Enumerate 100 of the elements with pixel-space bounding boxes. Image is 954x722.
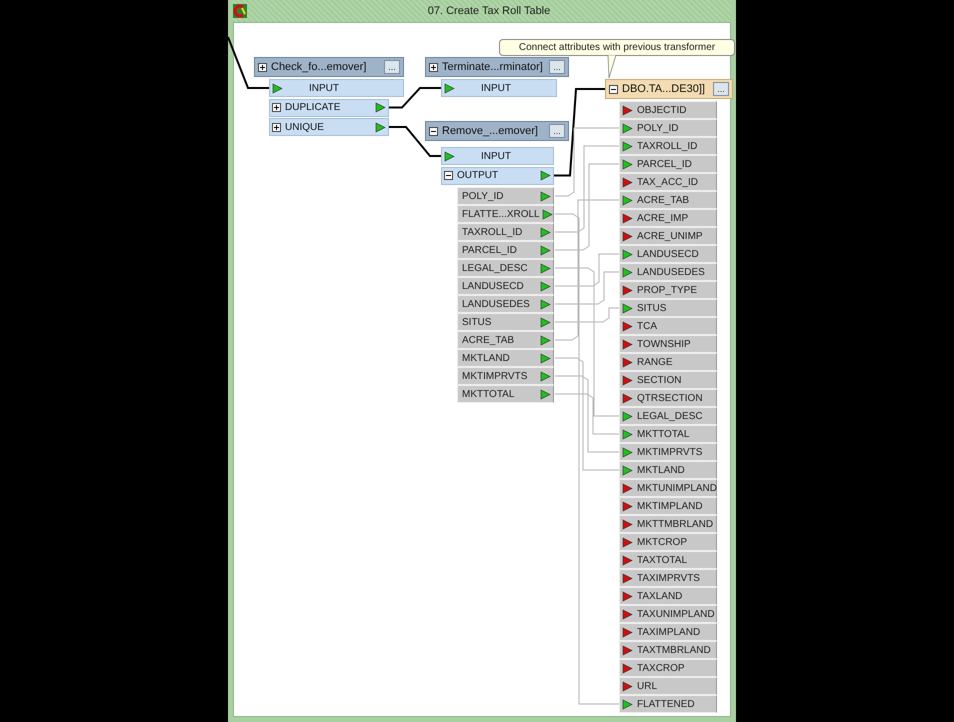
attribute-label: TAX_ACC_ID (636, 176, 699, 188)
attribute-row[interactable]: TAXCROP (619, 659, 717, 677)
app-icon (233, 4, 247, 18)
more-button[interactable]: ... (549, 60, 565, 74)
attribute-label: LEGAL_DESC (636, 410, 704, 422)
attribute-row[interactable]: POLY_ID (457, 187, 554, 205)
attribute-row[interactable]: MKTCROP (619, 533, 717, 551)
attribute-row[interactable]: FLATTE...XROLL (457, 205, 554, 223)
expand-icon[interactable] (272, 122, 281, 132)
collapse-icon[interactable] (444, 171, 453, 180)
attribute-label: LEGAL_DESC (461, 262, 529, 274)
attribute-row[interactable]: MKTUNIMPLAND (619, 479, 717, 497)
more-button[interactable]: ... (384, 60, 400, 74)
attribute-label: TAXROLL_ID (636, 140, 698, 152)
output-port[interactable]: OUTPUT (441, 166, 554, 184)
attribute-row[interactable]: MKTTOTAL (619, 425, 717, 443)
attribute-row[interactable]: TAX_ACC_ID (619, 173, 717, 191)
attribute-label: SITUS (636, 302, 668, 314)
attribute-label: TCA (636, 320, 658, 332)
attribute-row[interactable]: FLATTENED (619, 695, 717, 713)
window-title: 07. Create Tax Roll Table (426, 5, 552, 17)
attribute-row[interactable]: LANDUSEDES (619, 263, 717, 281)
attribute-row[interactable]: SITUS (457, 313, 554, 331)
attribute-row[interactable]: MKTIMPRVTS (619, 443, 717, 461)
attribute-row[interactable]: TAXROLL_ID (457, 223, 554, 241)
attribute-row[interactable]: LEGAL_DESC (619, 407, 717, 425)
attribute-row[interactable]: MKTIMPLAND (619, 497, 717, 515)
expand-icon[interactable] (272, 103, 281, 112)
attribute-row[interactable]: LANDUSEDES (457, 295, 554, 313)
attribute-row[interactable]: MKTIMPRVTS (457, 367, 554, 385)
input-port[interactable]: INPUT (441, 147, 554, 165)
attribute-label: MKTLAND (636, 464, 686, 476)
attribute-label: TAXIMPRVTS (636, 572, 701, 584)
input-port[interactable]: INPUT (441, 79, 557, 97)
attribute-row[interactable]: URL (619, 677, 717, 695)
attribute-label: LANDUSEDES (636, 266, 706, 278)
attribute-row[interactable]: TCA (619, 317, 717, 335)
attribute-row[interactable]: TOWNSHIP (619, 335, 717, 353)
connector-line (389, 126, 442, 157)
attribute-row[interactable]: ACRE_IMP (619, 209, 717, 227)
port-label: INPUT (480, 82, 512, 94)
attribute-row[interactable]: MKTLAND (619, 461, 717, 479)
attribute-label: SECTION (636, 374, 682, 386)
attribute-row[interactable]: RANGE (619, 353, 717, 371)
attribute-row[interactable]: LANDUSECD (457, 277, 554, 295)
attribute-row[interactable]: LEGAL_DESC (457, 259, 554, 277)
attribute-row[interactable]: SECTION (619, 371, 717, 389)
attribute-row[interactable]: ACRE_TAB (457, 331, 554, 349)
attribute-label: MKTLAND (461, 352, 511, 364)
collapse-icon[interactable] (609, 84, 618, 94)
attribute-label: POLY_ID (461, 190, 504, 202)
output-port[interactable]: UNIQUE (269, 118, 389, 136)
attribute-row[interactable]: TAXIMPRVTS (619, 569, 717, 587)
attribute-row[interactable]: TAXUNIMPLAND (619, 605, 717, 623)
attribute-row[interactable]: ACRE_TAB (619, 191, 717, 209)
node-header[interactable]: Remove_...emover] ... (425, 121, 569, 141)
attribute-label: PARCEL_ID (461, 244, 518, 256)
attribute-label: URL (636, 680, 658, 692)
attribute-label: MKTTOTAL (636, 428, 690, 440)
node-header[interactable]: Terminate...rminator] ... (425, 57, 569, 77)
attribute-label: TAXLAND (636, 590, 684, 602)
connector-line (227, 36, 270, 89)
port-label: OUTPUT (457, 170, 500, 181)
attribute-label: OBJECTID (636, 104, 688, 116)
node-header[interactable]: Check_fo...emover] ... (254, 57, 404, 77)
attribute-row[interactable]: MKTTMBRLAND (619, 515, 717, 533)
attribute-row[interactable]: TAXLAND (619, 587, 717, 605)
attribute-label: SITUS (461, 316, 492, 328)
attribute-row[interactable]: PARCEL_ID (457, 241, 554, 259)
attribute-row[interactable]: LANDUSECD (619, 245, 717, 263)
attribute-row[interactable]: TAXROLL_ID (619, 137, 717, 155)
more-button[interactable]: ... (549, 124, 565, 138)
attribute-row[interactable]: PROP_TYPE (619, 281, 717, 299)
output-port[interactable]: DUPLICATE (269, 98, 389, 116)
attribute-row[interactable]: TAXTOTAL (619, 551, 717, 569)
attribute-label: FLATTE...XROLL (461, 208, 540, 220)
attribute-row[interactable]: POLY_ID (619, 119, 717, 137)
attribute-row[interactable]: OBJECTID (619, 101, 717, 119)
node-title: Check_fo...emover] (271, 61, 368, 73)
attribute-label: ACRE_UNIMP (636, 230, 704, 242)
attribute-label: TAXTOTAL (636, 554, 688, 566)
input-port[interactable]: INPUT (269, 79, 404, 97)
node-header[interactable]: DBO.TA...DE30]] ... (605, 79, 733, 99)
attribute-label: RANGE (636, 356, 674, 368)
attribute-row[interactable]: TAXIMPLAND (619, 623, 717, 641)
attribute-row[interactable]: MKTLAND (457, 349, 554, 367)
attribute-row[interactable]: TAXTMBRLAND (619, 641, 717, 659)
expand-icon[interactable] (429, 62, 438, 72)
attribute-label: MKTTMBRLAND (636, 518, 714, 530)
more-button[interactable]: ... (713, 82, 729, 96)
attribute-label: LANDUSEDES (461, 298, 531, 310)
attribute-row[interactable]: ACRE_UNIMP (619, 227, 717, 245)
expand-icon[interactable] (258, 62, 267, 72)
attribute-row[interactable]: PARCEL_ID (619, 155, 717, 173)
attribute-label: PROP_TYPE (636, 284, 698, 296)
attribute-row[interactable]: SITUS (619, 299, 717, 317)
attribute-row[interactable]: QTRSECTION (619, 389, 717, 407)
collapse-icon[interactable] (429, 126, 438, 136)
attribute-row[interactable]: MKTTOTAL (457, 385, 554, 403)
connector-line (554, 128, 620, 196)
